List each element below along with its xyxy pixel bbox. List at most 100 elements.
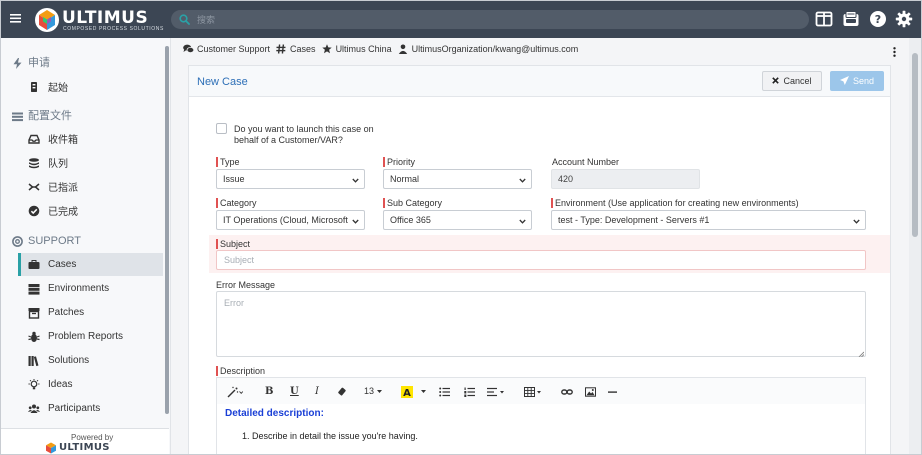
hamburger-menu-icon[interactable] — [10, 12, 21, 26]
chevron-down-icon — [853, 217, 860, 224]
bug-icon — [28, 331, 40, 343]
caret-down-icon[interactable] — [420, 385, 427, 398]
sidebar-item-queue[interactable]: 队列 — [18, 151, 163, 174]
resize-handle-icon[interactable] — [858, 349, 865, 358]
sidebar-scrollbar[interactable] — [165, 46, 169, 414]
align-icon[interactable] — [487, 385, 505, 398]
search-icon — [179, 14, 190, 25]
sidebar-item-patches[interactable]: Patches — [18, 301, 163, 324]
send-button[interactable]: Send — [830, 71, 884, 91]
hashtag-icon — [276, 44, 286, 54]
bolt-icon — [12, 57, 23, 69]
layout-icon[interactable] — [815, 10, 833, 28]
sidebar-item-label: 收件箱 — [48, 135, 78, 146]
breadcrumb-item-org[interactable]: Ultimus China — [336, 44, 392, 54]
type-select[interactable]: Issue — [216, 169, 365, 189]
italic-button[interactable]: I — [315, 385, 319, 398]
chevron-down-icon — [519, 217, 526, 224]
numbered-list-icon[interactable] — [464, 385, 475, 398]
sidebar-item-problem-reports[interactable]: Problem Reports — [18, 325, 163, 348]
powered-by-footer: Powered by ULTIMUS — [1, 428, 169, 454]
environment-value: test - Type: Development - Servers #1 — [558, 215, 710, 225]
patch-icon — [28, 307, 40, 319]
account-number-value: 420 — [551, 169, 700, 189]
search-bar[interactable] — [171, 10, 809, 29]
breadcrumb-item-user[interactable]: UltimusOrganization/kwang@ultimus.com — [412, 44, 579, 54]
environment-select[interactable]: test - Type: Development - Servers #1 — [551, 210, 866, 230]
description-list-item: 1. Describe in detail the issue you're h… — [242, 431, 418, 441]
ultimus-logo-icon[interactable] — [34, 7, 60, 33]
svg-text:?: ? — [875, 13, 881, 26]
file-icon — [28, 81, 40, 93]
ultimus-small-logo-icon — [45, 442, 57, 454]
stack-icon — [28, 157, 40, 169]
sidebar-item-label: Problem Reports — [48, 331, 124, 342]
link-icon[interactable] — [561, 385, 573, 398]
list-icon — [12, 111, 23, 122]
sidebar-item-assigned[interactable]: 已指派 — [18, 175, 163, 198]
horizontal-rule-icon[interactable] — [608, 385, 617, 398]
text-color-icon[interactable]: A — [401, 385, 413, 398]
powered-by-label: Powered by — [71, 433, 114, 442]
top-bar: ULTIMUS COMPOSED PROCESS SOLUTIONS ? — [1, 1, 921, 38]
font-size-select[interactable]: 13 — [364, 385, 383, 398]
bold-button[interactable]: B — [265, 385, 273, 398]
main-content: Customer Support Cases Ultimus China Ult… — [171, 38, 909, 454]
sidebar-item-label: Patches — [48, 307, 85, 318]
sidebar-item-participants[interactable]: Participants — [18, 397, 163, 420]
sidebar-item-cases[interactable]: Cases — [18, 253, 163, 276]
inbox-icon[interactable] — [842, 10, 860, 28]
underline-button[interactable]: U — [290, 385, 299, 398]
image-icon[interactable] — [585, 385, 596, 398]
description-editor[interactable]: Detailed description: 1. Describe in det… — [216, 404, 866, 454]
priority-select[interactable]: Normal — [383, 169, 532, 189]
sub-category-value: Office 365 — [390, 215, 431, 225]
cancel-button[interactable]: Cancel — [762, 71, 822, 91]
behalf-label: Do you want to launch this case on behal… — [234, 124, 374, 145]
close-icon — [772, 76, 780, 86]
subject-input[interactable] — [216, 250, 866, 270]
search-input[interactable] — [197, 12, 797, 27]
category-select[interactable]: IT Operations (Cloud, Microsoft — [216, 210, 365, 230]
sidebar-item-environments[interactable]: Environments — [18, 277, 163, 300]
comments-icon — [183, 44, 195, 54]
type-value: Issue — [223, 174, 245, 184]
form-header: New Case Cancel Send — [189, 66, 890, 97]
page-scrollbar[interactable] — [909, 38, 921, 454]
sidebar-section-support[interactable]: SUPPORT — [12, 235, 81, 247]
magic-wand-icon[interactable] — [227, 385, 243, 398]
check-circle-icon — [28, 205, 40, 217]
sidebar-item-completed[interactable]: 已完成 — [18, 199, 163, 222]
behalf-checkbox[interactable] — [216, 123, 227, 134]
breadcrumb-item-customer-support[interactable]: Customer Support — [197, 44, 270, 54]
breadcrumb: Customer Support Cases Ultimus China Ult… — [183, 44, 578, 54]
sidebar-item-inbox[interactable]: 收件箱 — [18, 127, 163, 150]
sidebar-item-ideas[interactable]: Ideas — [18, 373, 163, 396]
app-window: ULTIMUS COMPOSED PROCESS SOLUTIONS ? 申请 — [0, 0, 922, 455]
settings-icon[interactable] — [895, 10, 913, 28]
sidebar-item-solutions[interactable]: Solutions — [18, 349, 163, 372]
help-icon[interactable]: ? — [869, 10, 887, 28]
sidebar-section-apply[interactable]: 申请 — [12, 57, 50, 69]
page-scrollbar-thumb[interactable] — [912, 53, 918, 237]
assign-icon — [28, 181, 40, 193]
breadcrumb-item-cases[interactable]: Cases — [290, 44, 316, 54]
category-label: Category — [216, 198, 257, 208]
bullet-list-icon[interactable] — [439, 385, 450, 398]
sidebar-section-profile[interactable]: 配置文件 — [12, 110, 72, 122]
sidebar-item-start[interactable]: 起始 — [18, 75, 163, 98]
form-title: New Case — [197, 76, 248, 88]
account-number-label: Account Number — [552, 157, 620, 167]
editor-toolbar: B U I 13 A — [216, 377, 866, 404]
more-options-icon[interactable] — [893, 47, 896, 57]
error-message-textarea[interactable] — [216, 291, 866, 357]
sub-category-select[interactable]: Office 365 — [383, 210, 532, 230]
server-icon — [28, 283, 40, 295]
sidebar-item-label: Participants — [48, 403, 101, 414]
caret-down-icon — [377, 390, 383, 393]
description-item-text: Describe in detail the issue you're havi… — [252, 431, 418, 441]
bulb-icon — [28, 378, 40, 391]
table-icon[interactable] — [524, 385, 542, 398]
eraser-icon[interactable] — [337, 385, 347, 398]
sidebar-item-label: Ideas — [48, 379, 73, 390]
